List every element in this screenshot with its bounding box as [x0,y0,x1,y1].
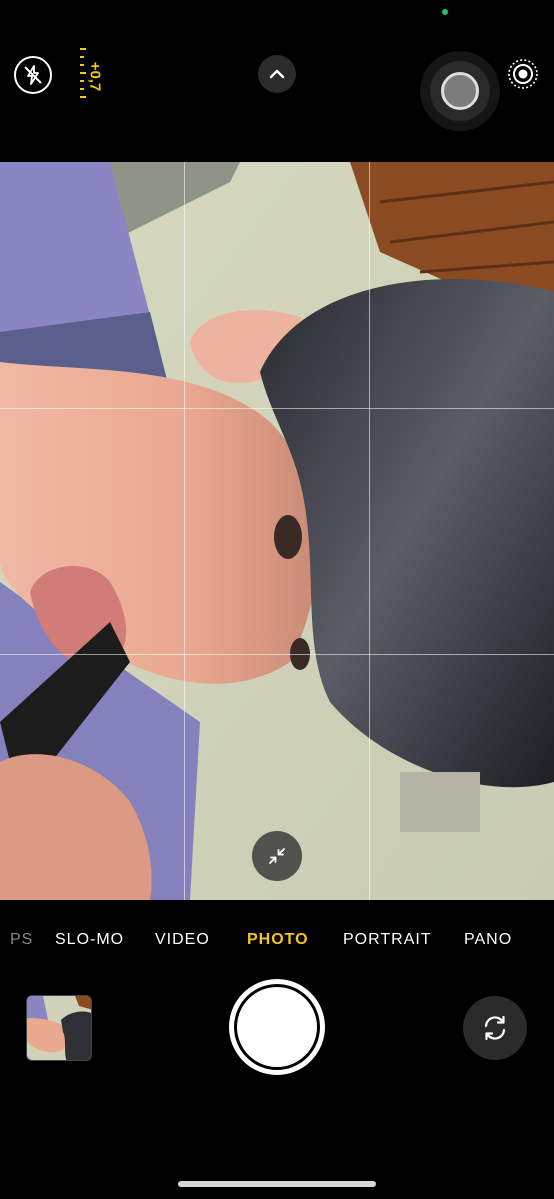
thumbnail-image [27,996,91,1060]
expand-controls-button[interactable] [258,55,296,93]
top-controls-bar: +0,7 [0,0,554,162]
flash-off-button[interactable] [14,56,52,94]
grid-line-horizontal [0,654,554,655]
camera-flip-button[interactable] [463,996,527,1060]
mode-slo-mo[interactable]: SLO-MO [55,931,124,949]
camera-flip-icon [484,1015,506,1041]
mode-timelapse-partial[interactable]: PSE [10,931,32,949]
shutter-button[interactable] [229,979,325,1075]
shutter-preview-ring [430,61,490,121]
live-photo-button[interactable] [506,57,540,91]
grid-line-horizontal [0,408,554,409]
mode-pano[interactable]: PANO [464,931,512,949]
flash-off-icon [24,65,42,85]
zoom-toggle-button[interactable] [252,831,302,881]
mode-photo[interactable]: PHOTO [247,931,309,949]
exposure-value: +0,7 [86,61,104,92]
mode-video[interactable]: VIDEO [155,931,210,949]
camera-mode-selector: PSE SLO-MO VIDEO PHOTO PORTRAIT PANO [0,925,554,955]
grid-line-vertical [369,162,370,900]
home-indicator[interactable] [178,1181,376,1187]
mode-portrait[interactable]: PORTRAIT [343,931,432,949]
live-photo-icon [508,59,538,89]
bottom-controls-bar [0,960,554,1199]
exposure-scale [80,48,86,100]
chevron-up-icon [269,69,285,79]
shutter-preview-control[interactable] [420,51,500,131]
shutter-preview-inner [441,72,479,110]
camera-preview-image [0,162,554,900]
last-photo-thumbnail[interactable] [26,995,92,1061]
shutter-disc [237,987,317,1067]
minimize-arrows-icon [269,848,285,864]
camera-viewfinder[interactable] [0,162,554,900]
exposure-indicator[interactable]: +0,7 [76,46,110,102]
grid-line-vertical [184,162,185,900]
